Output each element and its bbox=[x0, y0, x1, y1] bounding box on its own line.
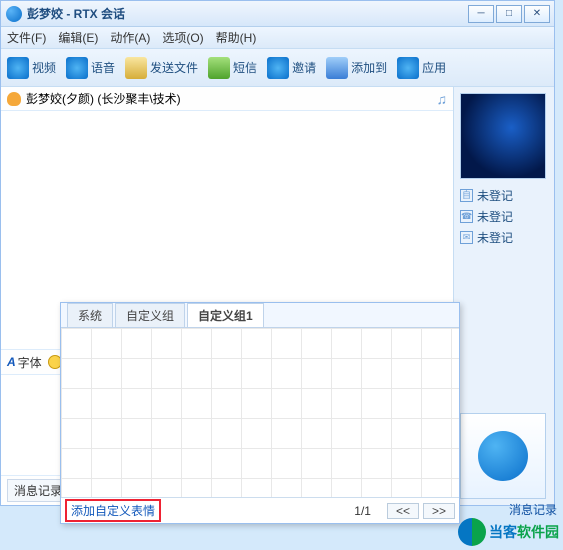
person-icon bbox=[478, 431, 528, 481]
info-mobile: ☎未登记 bbox=[460, 208, 548, 225]
self-avatar[interactable] bbox=[460, 413, 546, 499]
file-icon bbox=[125, 57, 147, 79]
add-custom-emoji-link[interactable]: 添加自定义表情 bbox=[65, 499, 161, 522]
minimize-button[interactable]: ─ bbox=[468, 5, 494, 23]
invite-icon bbox=[267, 57, 289, 79]
fb-font[interactable]: A字体 bbox=[7, 354, 42, 371]
page-indicator: 1/1 bbox=[354, 504, 371, 518]
menu-help[interactable]: 帮助(H) bbox=[216, 29, 257, 46]
contact-name: 彭梦姣(夕颜) (长沙聚丰\技术) bbox=[26, 90, 181, 107]
tb-app[interactable]: 应用 bbox=[397, 57, 446, 79]
popup-tabs: 系统 自定义组 自定义组1 bbox=[61, 303, 459, 327]
tb-sms[interactable]: 短信 bbox=[208, 57, 257, 79]
next-page-button[interactable]: >> bbox=[423, 503, 455, 519]
folder-icon bbox=[326, 57, 348, 79]
mic-icon bbox=[66, 57, 88, 79]
info-phone: 自未登记 bbox=[460, 187, 548, 204]
contact-icon bbox=[7, 92, 21, 106]
msglog-side-link[interactable]: 消息记录 bbox=[509, 501, 557, 518]
popup-footer: 添加自定义表情 1/1 << >> bbox=[61, 497, 459, 523]
tab-custom1[interactable]: 自定义组1 bbox=[187, 303, 264, 327]
font-icon: A bbox=[7, 355, 16, 369]
tab-custom[interactable]: 自定义组 bbox=[115, 303, 185, 327]
tb-addto[interactable]: 添加到 bbox=[326, 57, 387, 79]
prev-page-button[interactable]: << bbox=[387, 503, 419, 519]
sms-icon bbox=[208, 57, 230, 79]
menu-action[interactable]: 动作(A) bbox=[110, 29, 150, 46]
app-logo-icon bbox=[6, 6, 22, 22]
phone-icon: 自 bbox=[460, 189, 473, 202]
tab-system[interactable]: 系统 bbox=[67, 303, 113, 327]
toolbar: 视频 语音 发送文件 短信 邀请 添加到 应用 bbox=[1, 49, 554, 87]
emoji-popup: 系统 自定义组 自定义组1 添加自定义表情 1/1 << >> bbox=[60, 302, 460, 524]
mail-icon: ✉ bbox=[460, 231, 473, 244]
watermark: 当客软件园 bbox=[458, 518, 559, 546]
tb-video[interactable]: 视频 bbox=[7, 57, 56, 79]
menu-file[interactable]: 文件(F) bbox=[7, 29, 46, 46]
tb-voice[interactable]: 语音 bbox=[66, 57, 115, 79]
plugin-icon bbox=[397, 57, 419, 79]
watermark-logo-icon bbox=[458, 518, 486, 546]
maximize-button[interactable]: □ bbox=[496, 5, 522, 23]
tb-sendfile[interactable]: 发送文件 bbox=[125, 57, 198, 79]
tb-invite[interactable]: 邀请 bbox=[267, 57, 316, 79]
info-email: ✉未登记 bbox=[460, 229, 548, 246]
menubar: 文件(F) 编辑(E) 动作(A) 选项(O) 帮助(H) bbox=[1, 27, 554, 49]
contact-avatar[interactable] bbox=[460, 93, 546, 179]
menu-edit[interactable]: 编辑(E) bbox=[58, 29, 98, 46]
music-icon[interactable]: ♫ bbox=[437, 91, 448, 107]
emoji-grid[interactable] bbox=[61, 327, 459, 497]
mobile-icon: ☎ bbox=[460, 210, 473, 223]
close-button[interactable]: ✕ bbox=[524, 5, 550, 23]
window-title: 彭梦姣 - RTX 会话 bbox=[27, 5, 125, 22]
titlebar: 彭梦姣 - RTX 会话 ─ □ ✕ bbox=[1, 1, 554, 27]
sidebar: 自未登记 ☎未登记 ✉未登记 bbox=[454, 87, 554, 505]
chat-header: 彭梦姣(夕颜) (长沙聚丰\技术) ♫ bbox=[1, 87, 453, 111]
video-icon bbox=[7, 57, 29, 79]
menu-option[interactable]: 选项(O) bbox=[162, 29, 203, 46]
